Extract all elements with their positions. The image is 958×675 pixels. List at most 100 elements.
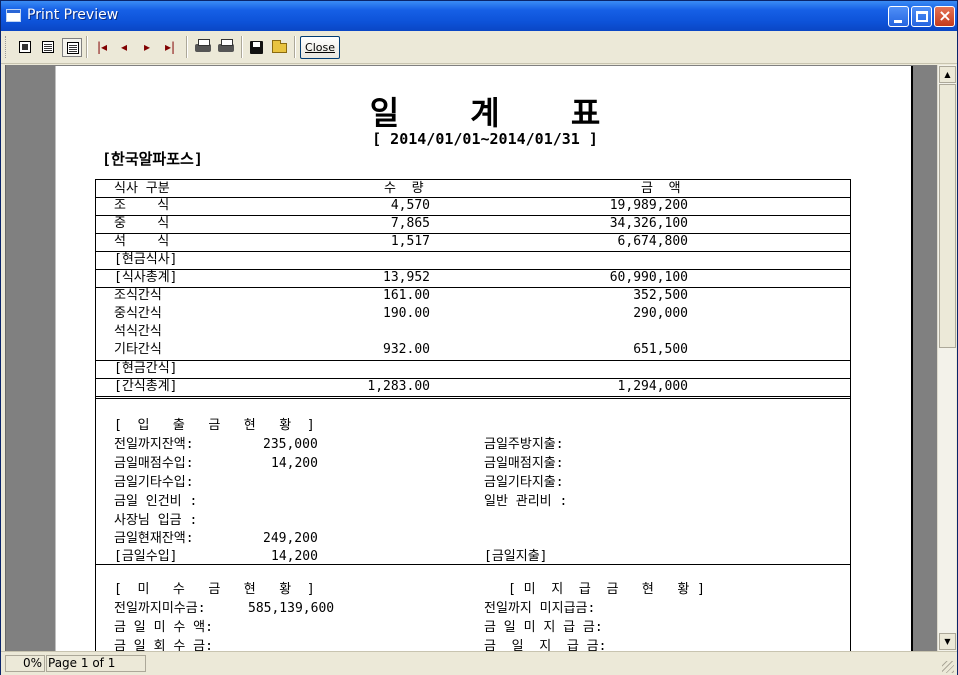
row-label: 중 식: [114, 216, 170, 231]
row-amount: 34,326,100: [609, 216, 688, 231]
row-label: 조식간식: [114, 288, 162, 303]
toolbar-separator: [294, 36, 296, 58]
first-page-button[interactable]: |◂: [93, 38, 113, 57]
cash-left-value: 235,000: [263, 437, 318, 452]
whole-page-icon: [19, 41, 31, 53]
payable-label: 금 일 지 급 금:: [484, 639, 607, 651]
zoom-100-button[interactable]: [62, 38, 82, 57]
print-setup-button[interactable]: [193, 38, 213, 57]
cash-right-label: 금일매점지출:: [484, 456, 564, 471]
row-amount: 290,000: [633, 306, 688, 321]
cash-flow-heading: [ 입 출 금 현 황 ]: [114, 418, 315, 433]
first-page-icon: |◂: [97, 40, 108, 54]
close-button[interactable]: Close: [300, 36, 340, 59]
zoom-icon: [67, 42, 79, 54]
toolbar-grip[interactable]: [5, 36, 8, 58]
receivable-label: 금 일 회 수 금:: [114, 639, 213, 651]
table-row: 중식간식 190.00 290,000: [96, 305, 850, 323]
cash-left-label: 사장님 입금 :: [114, 513, 198, 528]
cash-left-label: [금일수입]: [114, 549, 178, 564]
maximize-icon: [916, 11, 928, 22]
scroll-thumb[interactable]: [939, 84, 956, 348]
toolbar-separator: [186, 36, 188, 58]
receivable-label: 금 일 미 수 액:: [114, 620, 213, 635]
payable-heading: [ 미 지 급 금 현 황 ]: [508, 582, 705, 597]
cash-left-value: 249,200: [263, 531, 318, 546]
page-width-icon: [42, 41, 54, 53]
payable-label: 전일까지 미지급금:: [484, 601, 596, 616]
save-icon: [250, 41, 263, 54]
row-label: 중식간식: [114, 306, 162, 321]
page-width-button[interactable]: [38, 38, 58, 57]
minimize-button[interactable]: [888, 6, 909, 27]
toolbar: |◂ ◂ ▸ ▸| Close: [1, 31, 957, 64]
row-quantity: 13,952: [383, 270, 430, 285]
chevron-down-icon: ▼: [944, 637, 951, 646]
print-preview-window: Print Preview × |◂ ◂ ▸ ▸| Close 일 계 표 [ …: [0, 0, 958, 675]
row-amount: 60,990,100: [609, 270, 688, 285]
header-meal-type: 식사 구분: [114, 181, 170, 196]
open-folder-icon: [272, 40, 287, 53]
printer-icon: [218, 39, 234, 52]
status-page: Page 1 of 1: [46, 655, 146, 672]
row-label: [식사총계]: [114, 270, 178, 285]
open-button[interactable]: [270, 38, 290, 57]
scroll-down-button[interactable]: ▼: [939, 633, 956, 650]
cash-left-label: 금일매점수입:: [114, 456, 194, 471]
table-row: [식사총계] 13,952 60,990,100: [96, 269, 850, 287]
table-row: 조식간식 161.00 352,500: [96, 287, 850, 305]
header-quantity: 수 량: [384, 181, 424, 196]
row-quantity: 4,570: [390, 198, 430, 213]
row-amount: 352,500: [633, 288, 688, 303]
title-bar[interactable]: Print Preview ×: [1, 1, 957, 31]
receivable-heading: [ 미 수 금 현 황 ]: [114, 582, 315, 597]
print-button[interactable]: [216, 38, 236, 57]
row-label: [현금식사]: [114, 252, 178, 267]
status-bar: 0% Page 1 of 1: [1, 651, 957, 675]
row-label: 기타간식: [114, 342, 162, 357]
next-page-icon: ▸: [144, 40, 151, 54]
report-period: [ 2014/01/01~2014/01/31 ]: [372, 130, 598, 148]
row-quantity: 161.00: [383, 288, 430, 303]
cash-flow-section: [ 입 출 금 현 황 ] 전일까지잔액: 235,000 금일매점수입: 14…: [95, 399, 851, 565]
cash-left-label: 금일기타수입:: [114, 475, 194, 490]
table-row: 조 식 4,570 19,989,200: [96, 197, 850, 215]
row-label: 석식간식: [114, 324, 162, 339]
minimize-icon: [894, 20, 902, 23]
toolbar-separator: [86, 36, 88, 58]
rule: [96, 396, 850, 397]
window-icon: [6, 9, 21, 22]
company-name: [한국알파포스]: [102, 150, 203, 168]
preview-viewport[interactable]: 일 계 표 [ 2014/01/01~2014/01/31 ] [한국알파포스]…: [5, 65, 937, 651]
table-row: [현금간식]: [96, 360, 850, 378]
last-page-button[interactable]: ▸|: [161, 38, 181, 57]
row-quantity: 7,865: [390, 216, 430, 231]
maximize-button[interactable]: [911, 6, 932, 27]
next-page-button[interactable]: ▸: [138, 38, 158, 57]
scroll-up-button[interactable]: ▲: [939, 66, 956, 83]
table-row: 중 식 7,865 34,326,100: [96, 215, 850, 233]
table-row: [현금식사]: [96, 251, 850, 269]
row-label: 조 식: [114, 198, 170, 213]
receivable-value: 585,139,600: [248, 601, 335, 616]
prev-page-button[interactable]: ◂: [115, 38, 135, 57]
row-amount: 6,674,800: [617, 234, 688, 249]
table-row: 석 식 1,517 6,674,800: [96, 233, 850, 251]
print-setup-icon: [195, 39, 211, 52]
prev-page-icon: ◂: [121, 40, 128, 54]
chevron-up-icon: ▲: [944, 70, 951, 79]
save-button[interactable]: [247, 38, 267, 57]
window-close-button[interactable]: ×: [934, 6, 955, 27]
cash-right-label: 금일기타지출:: [484, 475, 564, 490]
whole-page-button[interactable]: [15, 38, 35, 57]
toolbar-separator: [241, 36, 243, 58]
cash-right-label: 일반 관리비 :: [484, 494, 568, 509]
table-row: 기타간식 932.00 651,500: [96, 341, 850, 359]
row-label: [간식총계]: [114, 379, 178, 394]
resize-grip-icon[interactable]: [942, 661, 954, 673]
report-title: 일 계 표: [369, 94, 631, 132]
row-amount: 651,500: [633, 342, 688, 357]
cash-left-label: 전일까지잔액:: [114, 437, 194, 452]
row-label: 석 식: [114, 234, 170, 249]
vertical-scrollbar[interactable]: ▲ ▼: [937, 65, 956, 651]
